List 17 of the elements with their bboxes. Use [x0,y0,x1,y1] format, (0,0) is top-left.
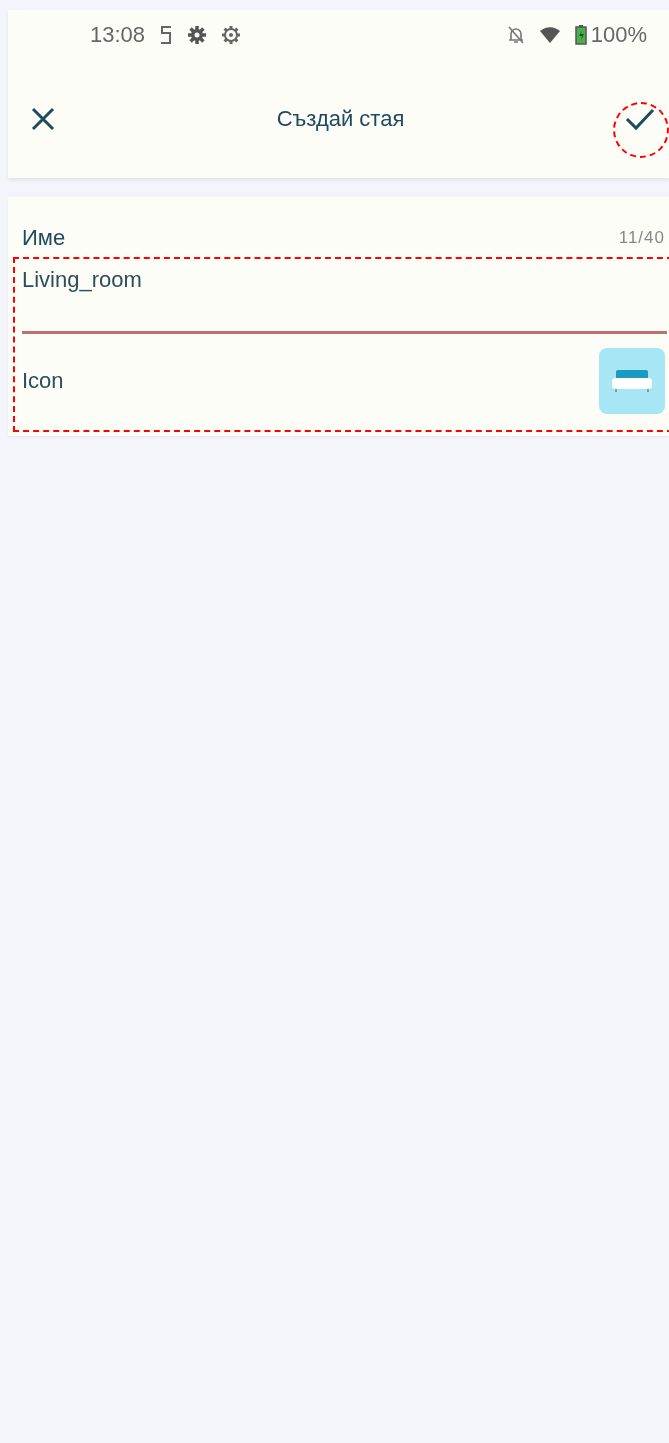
character-counter: 11/40 [618,228,665,248]
name-input-field[interactable]: Living_room [22,261,667,334]
sim-icon [159,25,174,45]
muted-bell-icon [506,25,525,45]
battery-level: 100% [590,22,647,48]
field-label: Име [22,225,66,251]
annotation-circle [613,102,669,158]
status-time: 13:08 [90,22,146,48]
icon-picker-button[interactable] [599,348,665,414]
icon-label: Icon [22,368,64,394]
wifi-icon [538,26,561,44]
gear-icon [187,25,208,45]
sofa-icon [612,368,652,394]
settings-icon [221,25,242,45]
battery-icon [574,25,587,45]
name-input[interactable]: Living_room [22,267,667,293]
screen-title: Създай стая [276,106,405,132]
